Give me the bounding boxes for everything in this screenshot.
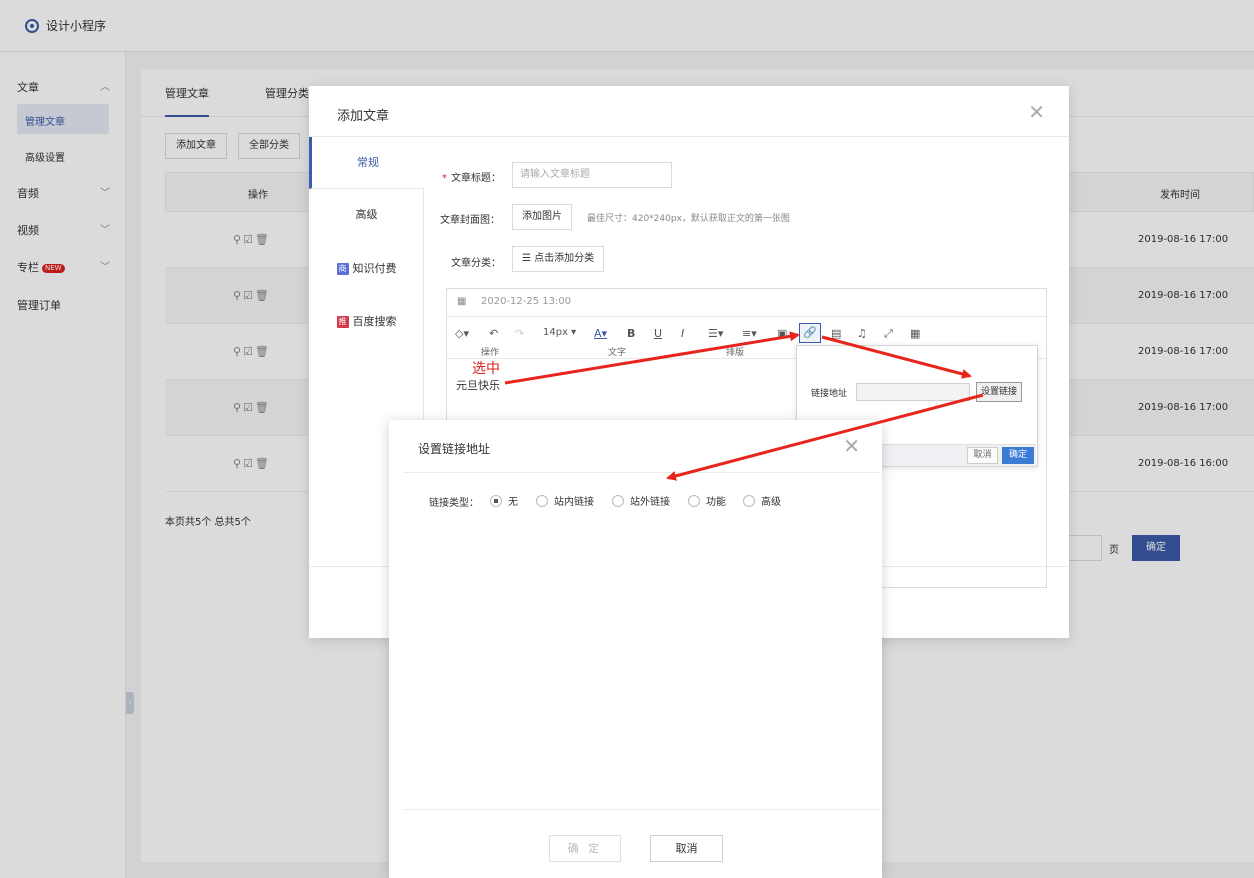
image-icon[interactable]: ▣ [777, 327, 787, 340]
list-icon: ☰ [522, 253, 535, 264]
required-mark: * [442, 173, 447, 184]
radio-label: 无 [508, 497, 518, 508]
dialog-cancel-button[interactable]: 取消 [650, 835, 723, 862]
popover-cancel-button[interactable]: 取消 [967, 447, 998, 464]
add-image-button[interactable]: 添加图片 [512, 204, 572, 230]
tab-general[interactable]: 常规 [309, 137, 424, 189]
add-category-label: 点击添加分类 [534, 253, 595, 264]
undo-icon[interactable]: ↶ [489, 327, 498, 340]
video-icon[interactable]: ▤ [831, 327, 841, 340]
code-icon[interactable]: ▦ [910, 327, 920, 340]
font-size-select[interactable]: 14px ▾ [543, 327, 576, 338]
radio-dot [490, 494, 502, 507]
font-color-icon[interactable]: A▾ [594, 327, 607, 340]
popover-ok-button[interactable]: 确定 [1002, 447, 1034, 464]
tab-baidu-search[interactable]: 推百度搜索 [309, 296, 424, 348]
eraser-icon[interactable]: ◇▾ [455, 327, 469, 340]
redo-icon[interactable]: ↷ [515, 327, 524, 340]
dialog-title: 设置链接地址 [418, 442, 491, 456]
underline-icon[interactable]: U [654, 327, 662, 340]
annotation-label: 选中 [472, 361, 500, 377]
radio-dot [536, 494, 548, 507]
set-link-dialog: 设置链接地址 ✕ 链接类型： 无 站内链接 站外链接 功能 高级 确 定 取消 [389, 420, 882, 878]
editor-content[interactable]: 元旦快乐 [456, 377, 500, 393]
cover-label: 文章封面图： [440, 215, 500, 226]
toolbar-caption-layout: 排版 [726, 348, 745, 358]
font-size-value: 14px [543, 327, 568, 338]
tab-advanced[interactable]: 高级 [309, 189, 424, 241]
fullscreen-icon[interactable]: ⤢ [884, 327, 893, 341]
radio-dot [612, 494, 624, 507]
bold-icon[interactable]: B [627, 327, 635, 340]
divider [403, 472, 881, 473]
tab-label: 知识付费 [352, 262, 397, 275]
link-address-input[interactable] [856, 383, 970, 401]
shop-icon: 商 [336, 263, 349, 275]
calendar-icon: ▦ [457, 296, 467, 307]
divider [403, 809, 881, 810]
radio-dot [688, 494, 700, 507]
radio-none[interactable]: 无 [490, 493, 518, 508]
toolbar-caption-text: 文字 [608, 348, 627, 358]
close-icon[interactable]: ✕ [1028, 100, 1045, 124]
tab-label: 百度搜索 [352, 315, 397, 328]
toolbar-caption-ops: 操作 [481, 348, 500, 358]
link-icon[interactable]: 🔗 [799, 323, 821, 343]
dialog-ok-button[interactable]: 确 定 [549, 835, 621, 862]
radio-internal-link[interactable]: 站内链接 [536, 493, 594, 508]
italic-icon[interactable]: I [681, 327, 684, 340]
article-title-input[interactable]: 请输入文章标题 [512, 162, 672, 188]
publish-date-field[interactable]: ▦ 2020-12-25 13:00 [447, 289, 1046, 317]
title-label: * 文章标题： [442, 169, 501, 184]
title-label-text: 文章标题： [451, 173, 501, 184]
set-link-button[interactable]: 设置链接 [976, 382, 1022, 402]
modal-title: 添加文章 [337, 109, 390, 124]
publish-date: 2020-12-25 13:00 [481, 296, 572, 307]
radio-label: 站外链接 [630, 497, 670, 508]
radio-label: 高级 [761, 497, 781, 508]
align-icon[interactable]: ☰▾ [708, 327, 723, 340]
link-address-label: 链接地址 [811, 389, 848, 399]
radio-external-link[interactable]: 站外链接 [612, 493, 670, 508]
category-label: 文章分类： [451, 258, 501, 269]
music-icon[interactable]: ♫ [857, 327, 867, 340]
indent-icon[interactable]: ≡▾ [742, 327, 757, 340]
radio-label: 站内链接 [554, 497, 594, 508]
promote-icon: 推 [336, 316, 349, 328]
link-type-label: 链接类型： [429, 498, 479, 509]
tab-paid-knowledge[interactable]: 商知识付费 [309, 243, 424, 295]
close-icon[interactable]: ✕ [843, 434, 860, 458]
cover-hint: 最佳尺寸：420*240px，默认获取正文的第一张图 [587, 214, 790, 224]
radio-function[interactable]: 功能 [688, 493, 726, 508]
radio-label: 功能 [706, 497, 726, 508]
radio-dot [743, 494, 755, 507]
radio-advanced[interactable]: 高级 [743, 493, 781, 508]
add-category-button[interactable]: ☰ 点击添加分类 [512, 246, 605, 272]
